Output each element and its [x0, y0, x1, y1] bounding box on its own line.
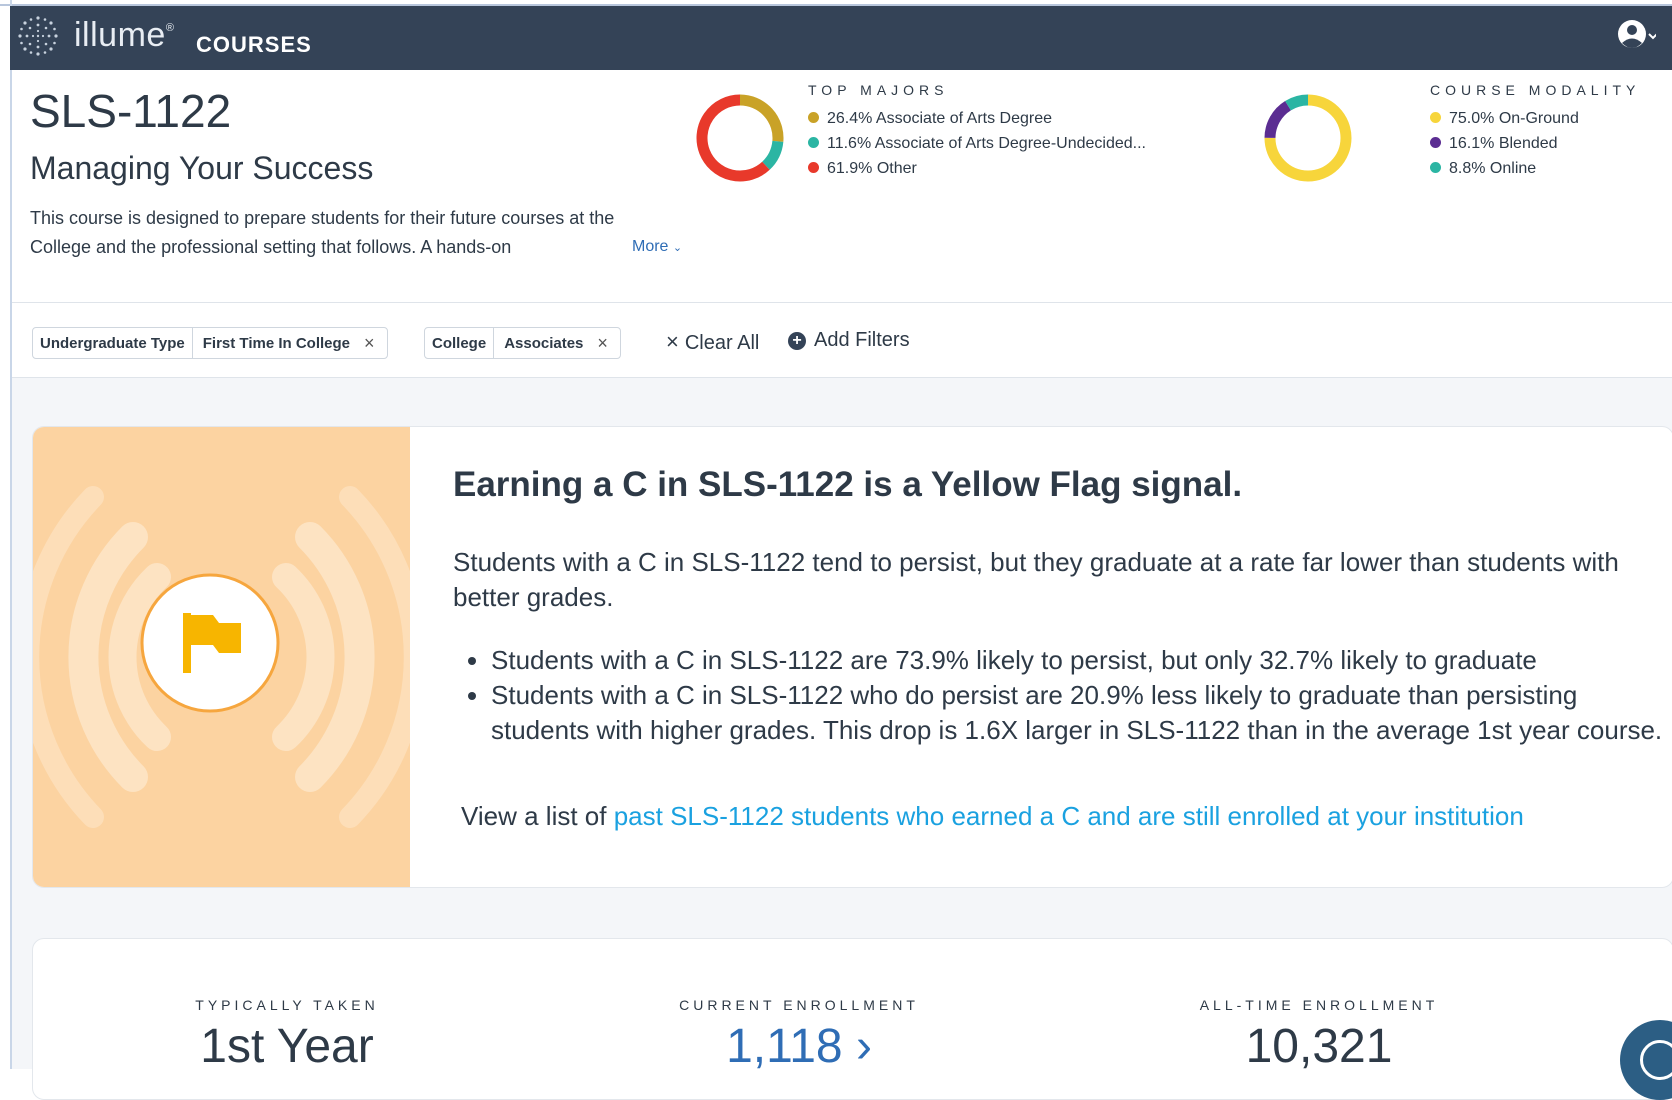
course-name: Managing Your Success	[30, 150, 374, 186]
course-code: SLS-1122	[30, 85, 232, 137]
signal-bullet-list: Students with a C in SLS-1122 are 73.9% …	[461, 643, 1671, 748]
course-modality-donut	[1264, 94, 1352, 182]
top-majors-legend-item: 26.4% Associate of Arts Degree	[808, 110, 1052, 128]
legend-label: 16.1% Blended	[1449, 135, 1558, 152]
remove-filter-icon[interactable]: ×	[593, 328, 620, 358]
remove-filter-icon[interactable]: ×	[360, 328, 387, 358]
stat-value: 10,321	[1245, 1020, 1393, 1073]
filter-chip-key: Undergraduate Type	[33, 328, 193, 358]
close-icon: ×	[666, 329, 679, 354]
legend-dot	[1430, 137, 1441, 148]
logo-burst-icon	[18, 16, 58, 56]
legend-dot	[808, 137, 819, 148]
legend-dot	[808, 162, 819, 173]
signal-description: Students with a C in SLS-1122 tend to pe…	[453, 547, 1619, 612]
course-modality-title: COURSE MODALITY	[1430, 82, 1641, 98]
logo-wordmark[interactable]: illume®	[74, 16, 174, 55]
logo-word: illume	[74, 16, 166, 54]
signal-body: Earning a C in SLS-1122 is a Yellow Flag…	[453, 427, 1662, 887]
filter-chip-college[interactable]: College Associates ×	[424, 327, 621, 359]
top-majors-slice	[761, 140, 784, 170]
course-header: SLS-1122 Managing Your Success This cour…	[12, 70, 1672, 303]
top-majors-donut	[696, 94, 784, 182]
logo-product-name: COURSES	[196, 32, 312, 57]
filter-chip-key: College	[425, 328, 495, 358]
help-icon	[1640, 1040, 1672, 1080]
top-majors-slice	[739, 94, 784, 142]
course-modality-legend-item: 16.1% Blended	[1430, 135, 1558, 153]
filter-bar: Undergraduate Type First Time In College…	[12, 303, 1672, 378]
top-majors-legend-item: 11.6% Associate of Arts Degree-Undecided…	[808, 135, 1146, 153]
stat-value: 1st Year	[200, 1020, 374, 1073]
current-enrollment-link[interactable]: 1,118 ›	[599, 1019, 999, 1074]
legend-label: 75.0% On-Ground	[1449, 110, 1579, 127]
signal-card: Earning a C in SLS-1122 is a Yellow Flag…	[32, 426, 1672, 888]
more-label: More	[632, 238, 669, 255]
signal-bullet: Students with a C in SLS-1122 who do per…	[491, 678, 1671, 748]
legend-label: 11.6% Associate of Arts Degree-Undecided…	[827, 135, 1146, 152]
more-link[interactable]: More ⌄	[632, 238, 682, 256]
stat-label: ALL-TIME ENROLLMENT	[1199, 997, 1439, 1013]
filter-chip-value: First Time In College	[202, 334, 351, 352]
signal-cta-prefix: View a list of	[461, 801, 607, 831]
signal-bullet: Students with a C in SLS-1122 are 73.9% …	[491, 643, 1671, 678]
signal-illustration-panel	[33, 427, 426, 887]
legend-label: 61.9% Other	[827, 160, 917, 177]
filter-chip-undergraduate-type[interactable]: Undergraduate Type First Time In College…	[32, 327, 388, 359]
add-filters-button[interactable]: + Add Filters	[788, 329, 910, 352]
legend-dot	[808, 112, 819, 123]
legend-label: 26.4% Associate of Arts Degree	[827, 110, 1053, 127]
signal-title: Earning a C in SLS-1122 is a Yellow Flag…	[453, 465, 1243, 504]
course-modality-slice	[1285, 94, 1309, 111]
enrollment-stats-card: TYPICALLY TAKEN 1st Year CURRENT ENROLLM…	[32, 938, 1672, 1100]
stat-label: TYPICALLY TAKEN	[195, 997, 379, 1013]
top-majors-slice	[696, 94, 770, 182]
legend-dot	[1430, 162, 1441, 173]
clear-all-button[interactable]: × Clear All	[666, 329, 759, 355]
description-fade	[532, 232, 642, 262]
flag-signal-icon	[33, 486, 426, 828]
signal-cta: View a list of past SLS-1122 students wh…	[461, 801, 1524, 832]
main-content: Earning a C in SLS-1122 is a Yellow Flag…	[12, 378, 1672, 1100]
student-list-link[interactable]: past SLS-1122 students who earned a C an…	[614, 801, 1524, 831]
course-modality-legend-item: 75.0% On-Ground	[1430, 110, 1579, 128]
stat-label: CURRENT ENROLLMENT	[679, 997, 919, 1013]
plus-circle-icon: +	[788, 331, 806, 350]
top-navigation-bar: illume® COURSES	[10, 6, 1672, 70]
legend-label: 8.8% Online	[1449, 160, 1537, 177]
add-filters-label: Add Filters	[814, 329, 910, 351]
legend-dot	[1430, 112, 1441, 123]
user-account-icon[interactable]	[1616, 16, 1656, 56]
clear-all-label: Clear All	[684, 332, 760, 354]
top-majors-legend-item: 61.9% Other	[808, 160, 917, 178]
course-modality-legend-item: 8.8% Online	[1430, 160, 1536, 178]
course-modality-slice	[1264, 100, 1292, 139]
chevron-down-icon: ⌄	[672, 242, 683, 254]
logo-registered-mark: ®	[165, 22, 175, 34]
top-majors-title: TOP MAJORS	[808, 82, 949, 98]
filter-chip-value: Associates	[504, 334, 584, 352]
